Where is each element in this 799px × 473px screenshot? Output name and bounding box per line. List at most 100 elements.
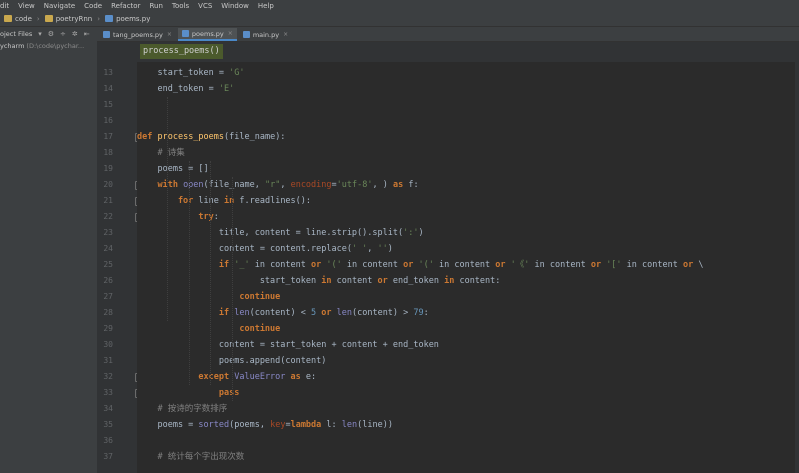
line-number: 17 xyxy=(103,132,113,141)
line-number: 34 xyxy=(103,404,113,413)
code-line[interactable]: content = start_token + content + end_to… xyxy=(137,337,439,353)
line-number: 15 xyxy=(103,100,113,109)
code-line[interactable]: pass xyxy=(137,385,239,401)
line-number: 21 xyxy=(103,196,113,205)
code-line[interactable]: poems = [] xyxy=(137,161,208,177)
code-line[interactable]: continue xyxy=(137,321,280,337)
code-line[interactable]: start_token = 'G' xyxy=(137,65,244,81)
line-number: 25 xyxy=(103,260,113,269)
navigation-bar: code › poetryRnn › poems.py xyxy=(0,11,799,27)
settings-icon[interactable]: ✲ xyxy=(72,30,78,38)
function-breadcrumb[interactable]: process_poems() xyxy=(140,44,223,59)
menu-item-window[interactable]: Window xyxy=(221,2,249,10)
line-number: 20 xyxy=(103,180,113,189)
code-line[interactable]: for line in f.readlines(): xyxy=(137,193,311,209)
close-icon[interactable]: × xyxy=(283,31,288,38)
breadcrumb-label: poems.py xyxy=(116,14,151,23)
menu-item-run[interactable]: Run xyxy=(149,2,162,10)
tab-poems[interactable]: poems.py × xyxy=(177,28,237,41)
menu-item-view[interactable]: View xyxy=(18,2,35,10)
line-number: 31 xyxy=(103,356,113,365)
menu-bar: dit View Navigate Code Refactor Run Tools VCS Wi… xyxy=(0,0,799,11)
menu-item-tools[interactable]: Tools xyxy=(172,2,189,10)
error-stripe xyxy=(795,62,799,473)
menu-item-help[interactable]: Help xyxy=(258,2,274,10)
tab-label: poems.py xyxy=(191,29,224,38)
function-breadcrumb-bar: process_poems() xyxy=(97,42,799,62)
collapse-icon[interactable]: ÷ xyxy=(60,30,66,38)
line-number: 14 xyxy=(103,84,113,93)
python-file-icon xyxy=(181,30,189,37)
code-line[interactable]: if '_' in content or '(' in content or '… xyxy=(137,257,704,273)
code-line[interactable]: # 统计每个字出现次数 xyxy=(137,449,244,465)
menu-item-code[interactable]: Code xyxy=(84,2,102,10)
line-number: 37 xyxy=(103,452,113,461)
folder-icon xyxy=(44,15,53,22)
code-editor[interactable]: start_token = 'G' end_token = 'E' def pro… xyxy=(137,62,799,473)
line-number: 13 xyxy=(103,68,113,77)
close-icon[interactable]: × xyxy=(228,30,233,37)
project-path: (D:\code\pychar... xyxy=(26,41,85,50)
breadcrumb-separator: › xyxy=(36,14,40,23)
line-number: 16 xyxy=(103,116,113,125)
tab-tang-poems[interactable]: tang_poems.py × xyxy=(99,28,176,41)
line-number: 35 xyxy=(103,420,113,429)
line-number: 27 xyxy=(103,292,113,301)
line-number: 36 xyxy=(103,436,113,445)
code-line[interactable]: with open(file_name, "r", encoding='utf-… xyxy=(137,177,418,193)
python-file-icon xyxy=(103,31,110,38)
line-number: 29 xyxy=(103,324,113,333)
code-line[interactable]: try: xyxy=(137,209,218,225)
line-number: 24 xyxy=(103,244,113,253)
project-files-dropdown[interactable]: oject Files xyxy=(0,30,32,38)
code-line[interactable]: # 按诗的字数排序 xyxy=(137,401,227,417)
code-line[interactable]: # 诗集 xyxy=(137,145,184,161)
code-line[interactable]: end_token = 'E' xyxy=(137,81,234,97)
tab-main[interactable]: main.py × xyxy=(239,28,292,41)
code-line[interactable]: if len(content) < 5 or len(content) > 79… xyxy=(137,305,429,321)
code-line[interactable]: continue xyxy=(137,289,280,305)
line-number: 30 xyxy=(103,340,113,349)
code-line[interactable]: def process_poems(file_name): xyxy=(137,129,285,145)
line-number: 18 xyxy=(103,148,113,157)
line-number: 33 xyxy=(103,388,113,397)
folder-icon xyxy=(4,15,12,22)
project-view-toolbar: oject Files ▾ ⚙ ÷ ✲ ⇤ xyxy=(0,27,97,40)
line-number-gutter[interactable]: 13 14 15 16 17 18 19 20 21 22 23 24 25 26 27 28 29 30 31 32… xyxy=(97,62,143,473)
code-line[interactable]: title, content = line.strip().split(':') xyxy=(137,225,424,241)
code-line[interactable]: content = content.replace(' ', '') xyxy=(137,241,393,257)
editor-tabs: tang_poems.py × poems.py × main.py × xyxy=(97,27,799,42)
line-number: 23 xyxy=(103,228,113,237)
python-file-icon xyxy=(105,15,114,22)
code-line[interactable]: poems = sorted(poems, key=lambda l: len(… xyxy=(137,417,392,433)
menu-item-refactor[interactable]: Refactor xyxy=(111,2,140,10)
close-icon[interactable]: × xyxy=(167,31,172,38)
tab-label: main.py xyxy=(252,30,280,39)
indent-guide xyxy=(232,177,233,401)
line-number: 32 xyxy=(103,372,113,381)
code-line[interactable]: except ValueError as e: xyxy=(137,369,316,385)
breadcrumb-separator: › xyxy=(97,14,101,23)
gear-icon[interactable]: ⚙ xyxy=(48,30,54,38)
hide-icon[interactable]: ⇤ xyxy=(84,30,90,38)
indent-guide xyxy=(210,161,211,385)
code-line[interactable]: start_token in content or end_token in c… xyxy=(137,273,501,289)
python-file-icon xyxy=(242,31,250,38)
project-sidebar: oject Files ▾ ⚙ ÷ ✲ ⇤ ycharm (D:\code\py… xyxy=(0,27,98,473)
dropdown-caret-icon[interactable]: ▾ xyxy=(38,30,42,38)
breadcrumb-label: code xyxy=(15,14,32,23)
project-root-item[interactable]: ycharm (D:\code\pychar... xyxy=(0,40,97,51)
menu-item-vcs[interactable]: VCS xyxy=(198,2,212,10)
indent-guide xyxy=(189,161,190,385)
line-number: 22 xyxy=(103,212,113,221)
menu-item-navigate[interactable]: Navigate xyxy=(44,2,75,10)
breadcrumb-label: poetryRnn xyxy=(55,14,93,23)
project-name: ycharm xyxy=(0,41,25,50)
tab-label: tang_poems.py xyxy=(113,30,163,39)
breadcrumb-poems-py[interactable]: poems.py xyxy=(105,15,150,23)
breadcrumb-code[interactable]: code xyxy=(4,15,32,23)
breadcrumb-poetryrnn[interactable]: poetryRnn xyxy=(44,14,93,23)
line-number: 19 xyxy=(103,164,113,173)
menu-item-dit[interactable]: dit xyxy=(0,2,9,10)
line-number: 28 xyxy=(103,308,113,317)
